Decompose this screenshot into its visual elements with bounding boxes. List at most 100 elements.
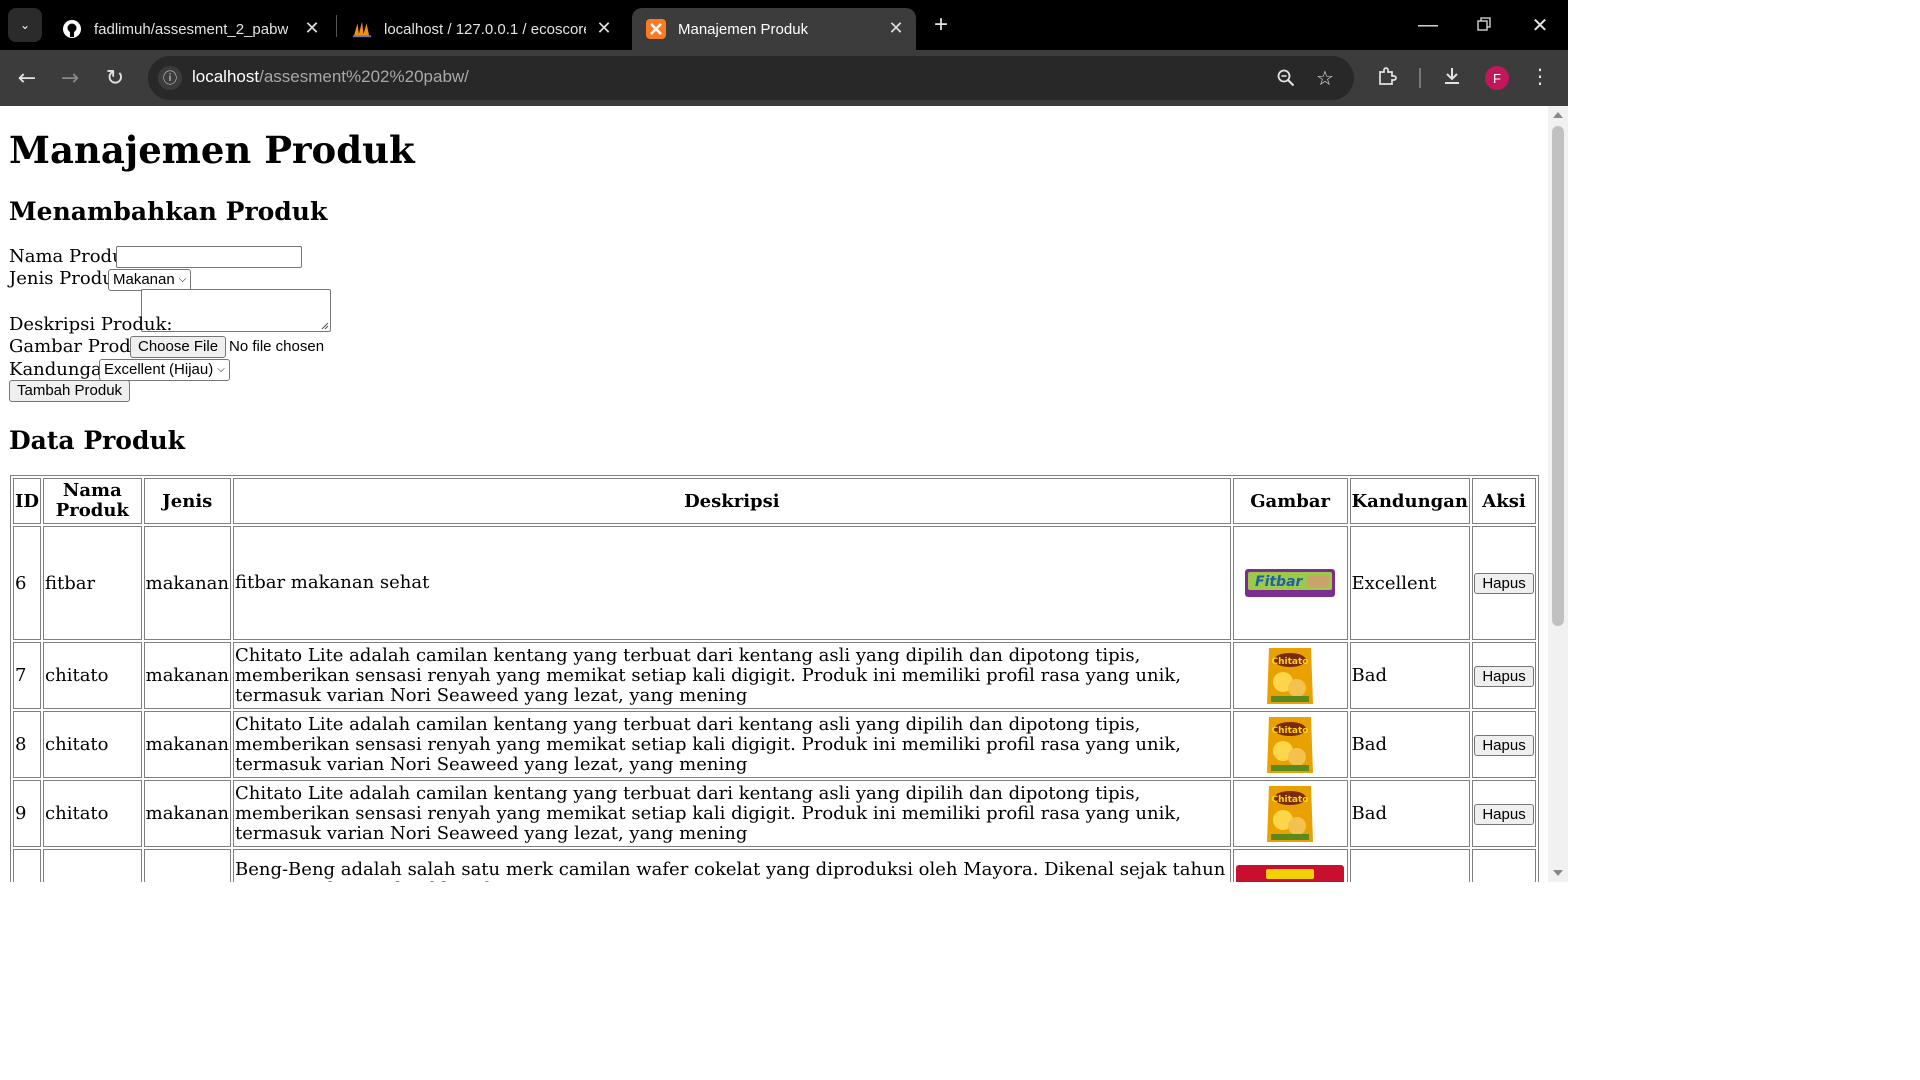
cell-kandungan: Bad [1349,642,1471,709]
tab-strip: ⌄ fadlimuh/assesment_2_pabw ✕ localhost … [0,0,1568,50]
vertical-scrollbar[interactable] [1548,106,1568,882]
tab-manajemen-produk[interactable]: Manajemen Produk ✕ [632,8,916,50]
extensions-icon[interactable] [1375,64,1399,88]
kebab-menu-icon[interactable]: ⋮ [1528,64,1552,88]
cell-aksi: Hapus [1472,526,1536,640]
restore-icon [1477,14,1491,37]
choose-file-button[interactable]: Choose File [130,336,227,358]
form-heading: Menambahkan Produk [9,197,328,226]
cell-kandungan: Excellent [1349,526,1471,640]
svg-text:Fitbar: Fitbar [1255,574,1304,590]
column-header-id: ID [13,478,42,524]
forward-arrow-icon: → [60,65,80,91]
chevron-down-icon: ⌵ [217,364,225,375]
tab-label: localhost / 127.0.0.1 / ecoscore [384,20,586,38]
chevron-down-icon: ⌄ [19,18,31,32]
cell-nama: fitbar [43,526,142,640]
cell-id: 6 [13,526,42,640]
close-icon[interactable]: ✕ [302,18,322,38]
table-row: 7 chitato makanan Chitato Lite adalah ca… [13,642,1536,709]
scroll-up-arrow-icon[interactable] [1553,112,1563,118]
table-row: Beng-Beng adalah salah satu merk camilan… [13,849,1536,882]
chitato-image: Chitato [1267,716,1314,773]
page-viewport: Manajemen Produk Menambahkan Produk Nama… [0,106,1548,882]
product-table: ID Nama Produk Jenis Deskripsi Gambar Ka… [10,475,1539,882]
cell-jenis: makanan [143,711,231,778]
cell-deskripsi: Chitato Lite adalah camilan kentang yang… [232,780,1231,847]
hapus-button[interactable]: Hapus [1474,734,1534,756]
cell-nama: chitato [43,642,142,709]
download-icon[interactable] [1440,64,1464,88]
tab-label: Manajemen Produk [678,20,809,38]
cell-kandungan [1349,849,1471,882]
cell-nama: chitato [43,711,142,778]
fitbar-image: Fitbar [1245,569,1336,597]
plus-icon: + [933,11,948,38]
url-text[interactable]: localhost/assesment%202%20pabw/ [192,67,469,87]
window-close-button[interactable]: ✕ [1527,12,1553,38]
cell-id: 9 [13,780,42,847]
xampp-icon [646,19,666,39]
cell-gambar: Chitato [1232,711,1348,778]
new-tab-button[interactable]: + [928,11,954,38]
cell-jenis: makanan [143,642,231,709]
svg-text:Chitato: Chitato [1272,657,1309,667]
file-status-text: No file chosen [229,338,325,355]
address-bar[interactable]: ⓘ localhost/assesment%202%20pabw/ ☆ [148,56,1354,100]
svg-text:Chitato: Chitato [1272,795,1309,805]
cell-gambar: Chitato [1232,642,1348,709]
back-button[interactable]: ← [13,64,41,92]
bookmark-star-icon[interactable]: ☆ [1313,66,1337,90]
minimize-button[interactable]: — [1415,12,1441,38]
bengbeng-image [1236,865,1345,882]
table-header-row: ID Nama Produk Jenis Deskripsi Gambar Ka… [13,478,1536,524]
scrollbar-thumb[interactable] [1552,126,1564,626]
cell-deskripsi: fitbar makanan sehat [232,526,1231,640]
chevron-down-icon: ⌵ [178,274,187,285]
resize-handle-icon[interactable] [320,321,329,330]
column-header-gambar: Gambar [1232,478,1348,524]
tab-label: fadlimuh/assesment_2_pabw [94,20,289,38]
hapus-button[interactable]: Hapus [1474,803,1534,825]
column-header-nama: Nama Produk [43,478,142,524]
tab-search-button[interactable]: ⌄ [8,8,42,42]
cell-aksi [1472,849,1536,882]
kandungan-select[interactable]: Excellent (Hijau) ⌵ [99,359,230,381]
hapus-button[interactable]: Hapus [1474,665,1534,687]
reload-button[interactable]: ↻ [101,64,129,92]
browser-toolbar: ← → ↻ ⓘ localhost/assesment%202%20pabw/ … [0,50,1568,106]
close-icon[interactable]: ✕ [886,18,906,38]
cell-jenis [143,849,231,882]
restore-button[interactable] [1471,12,1497,38]
forward-button[interactable]: → [56,64,84,92]
minimize-icon: — [1418,13,1438,36]
hapus-button[interactable]: Hapus [1474,573,1534,594]
jenis-produk-select[interactable]: Makanan ⌵ [108,269,192,291]
table-row: 9 chitato makanan Chitato Lite adalah ca… [13,780,1536,847]
column-header-aksi: Aksi [1472,478,1536,524]
scroll-down-arrow-icon[interactable] [1553,870,1563,876]
cell-kandungan: Bad [1349,711,1471,778]
cell-kandungan: Bad [1349,780,1471,847]
cell-gambar: Fitbar [1232,526,1348,640]
cell-jenis: makanan [143,526,231,640]
table-heading: Data Produk [9,426,185,455]
cell-aksi: Hapus [1472,780,1536,847]
deskripsi-produk-label: Deskripsi Produk: [9,314,173,335]
tab-phpmyadmin[interactable]: localhost / 127.0.0.1 / ecoscore ✕ [338,8,624,50]
cell-id [13,849,42,882]
svg-text:Chitato: Chitato [1272,726,1309,736]
tab-github[interactable]: fadlimuh/assesment_2_pabw ✕ [48,8,332,50]
zoom-icon[interactable] [1274,66,1298,90]
site-info-icon[interactable]: ⓘ [158,66,182,90]
cell-aksi: Hapus [1472,711,1536,778]
close-icon[interactable]: ✕ [594,18,614,38]
cell-gambar: Chitato [1232,780,1348,847]
tab-divider [336,15,337,37]
tambah-produk-button[interactable]: Tambah Produk [9,380,131,402]
nama-produk-input[interactable] [116,246,302,268]
column-header-deskripsi: Deskripsi [232,478,1231,524]
jenis-selected-value: Makanan [113,271,175,288]
profile-avatar[interactable]: F [1485,66,1509,90]
table-row: 6 fitbar makanan fitbar makanan sehat Fi… [13,526,1536,640]
